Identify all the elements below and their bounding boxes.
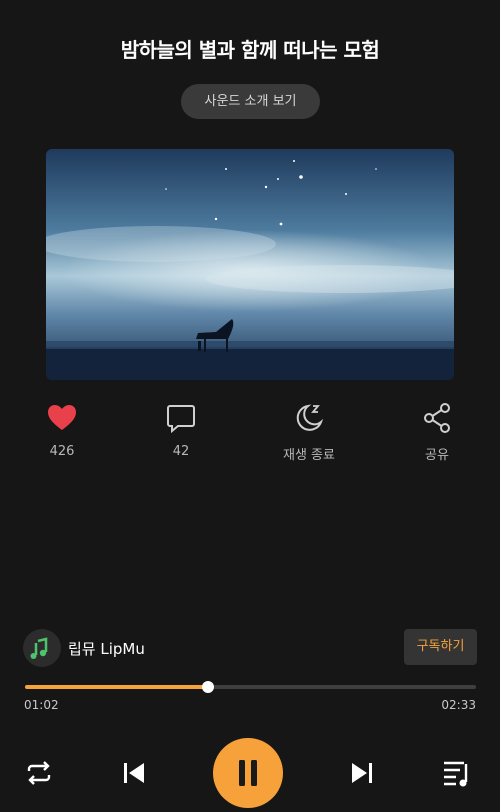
skip-previous-icon[interactable]: [120, 760, 148, 786]
like-action[interactable]: 426: [17, 400, 107, 459]
repeat-icon[interactable]: [24, 758, 54, 788]
artist-name[interactable]: 립뮤 LipMu: [68, 638, 145, 659]
moon-sleep-icon[interactable]: [292, 400, 326, 436]
progress-fill: [25, 685, 208, 689]
playlist-icon[interactable]: [442, 758, 474, 788]
music-note-logo-icon: [30, 637, 48, 659]
sleep-timer-label: 재생 종료: [283, 448, 335, 463]
share-label: 공유: [425, 448, 449, 463]
total-time: 02:33: [441, 698, 476, 712]
current-time: 01:02: [24, 698, 59, 712]
comment-count: 42: [172, 444, 190, 459]
like-count: 426: [49, 444, 75, 459]
skip-next-icon[interactable]: [348, 760, 376, 786]
artist-avatar[interactable]: [23, 629, 61, 667]
pause-button[interactable]: [213, 738, 283, 808]
progress-bar[interactable]: [25, 681, 476, 693]
sleep-timer-action[interactable]: 재생 종료: [264, 400, 354, 463]
progress-handle[interactable]: [201, 681, 214, 693]
subscribe-button[interactable]: 구독하기: [404, 629, 477, 665]
comment-icon[interactable]: [164, 400, 198, 436]
share-action[interactable]: 공유: [392, 400, 482, 463]
artwork-image: [46, 149, 454, 380]
comment-action[interactable]: 42: [136, 400, 226, 459]
share-icon[interactable]: [420, 400, 454, 436]
sound-intro-button[interactable]: 사운드 소개 보기: [181, 84, 320, 119]
pause-icon: [239, 760, 257, 786]
page-title: 밤하늘의 별과 함께 떠나는 모험: [120, 38, 380, 62]
heart-icon[interactable]: [45, 400, 79, 436]
